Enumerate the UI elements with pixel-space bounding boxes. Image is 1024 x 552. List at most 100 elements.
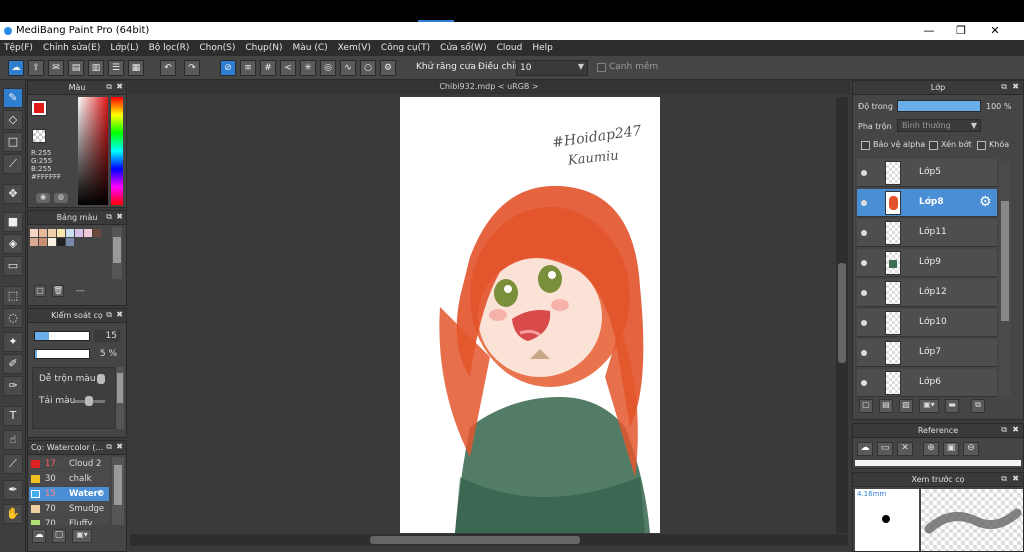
select-eraser-tool-icon[interactable]: ✑ xyxy=(3,376,23,396)
undock-icon[interactable]: ⧉ xyxy=(1001,474,1007,484)
layer-row-9[interactable]: Lớp9 xyxy=(857,249,997,277)
palette-toggle-icon[interactable]: ◉ xyxy=(36,193,50,203)
undock-icon[interactable]: ⧉ xyxy=(106,442,112,452)
no-snap-icon[interactable]: ⊘ xyxy=(220,60,236,76)
menu-view[interactable]: Xem(V) xyxy=(338,43,371,53)
cloud-icon[interactable]: ☁ xyxy=(8,60,24,76)
eye-icon[interactable] xyxy=(861,320,867,326)
eyedropper-tool-icon[interactable]: ✒ xyxy=(3,480,23,500)
menu-filter[interactable]: Bộ lọc(R) xyxy=(149,43,190,53)
close-button[interactable]: ✕ xyxy=(980,23,1010,39)
folder-icon[interactable]: ▬ xyxy=(945,399,959,413)
parallel-snap-icon[interactable]: ≡ xyxy=(240,60,256,76)
brush-item-smudge[interactable]: 70 Smudge xyxy=(29,502,109,516)
eye-icon[interactable] xyxy=(861,290,867,296)
menu-help[interactable]: Help xyxy=(532,43,553,53)
swatch[interactable] xyxy=(66,229,74,237)
grid-snap-icon[interactable]: # xyxy=(260,60,276,76)
add-brush-menu-icon[interactable]: ▣▾ xyxy=(72,529,92,543)
brush-tool-icon[interactable]: ✎ xyxy=(3,88,23,108)
scroll-thumb[interactable] xyxy=(1001,201,1009,321)
swatch[interactable] xyxy=(39,238,47,246)
undo-icon[interactable]: ↶ xyxy=(160,60,176,76)
swatch[interactable] xyxy=(93,229,101,237)
eye-icon[interactable] xyxy=(861,260,867,266)
swatch[interactable] xyxy=(48,229,56,237)
circle-snap-icon[interactable]: ◎ xyxy=(320,60,336,76)
clipping-checkbox[interactable] xyxy=(929,141,938,150)
brush-item-cloud2[interactable]: 17 Cloud 2 xyxy=(29,457,109,471)
horizontal-scroll-thumb[interactable] xyxy=(370,536,580,544)
lasso-tool-icon[interactable]: ◌ xyxy=(3,308,23,328)
undock-icon[interactable]: ⧉ xyxy=(1001,82,1007,92)
scroll-thumb[interactable] xyxy=(117,373,123,403)
menu-snap[interactable]: Chụp(N) xyxy=(245,43,282,53)
new-1bit-layer-icon[interactable]: ▧ xyxy=(899,399,913,413)
smooth-edge-checkbox[interactable] xyxy=(597,63,606,72)
minimize-button[interactable]: — xyxy=(914,23,944,39)
eye-icon[interactable] xyxy=(861,350,867,356)
brush-opacity-slider[interactable] xyxy=(34,349,90,359)
menu-file[interactable]: Tệp(F) xyxy=(4,43,33,53)
undock-icon[interactable]: ⧉ xyxy=(1001,425,1007,435)
eye-icon[interactable] xyxy=(861,200,867,206)
layer-row-10[interactable]: Lớp10 xyxy=(857,309,997,337)
undock-icon[interactable]: ⧉ xyxy=(106,310,112,320)
swatch[interactable] xyxy=(66,238,74,246)
open-folder-icon[interactable]: ▭ xyxy=(877,442,893,456)
menu-cloud[interactable]: Cloud xyxy=(497,43,523,53)
palette-scroll-thumb[interactable] xyxy=(113,237,121,263)
vertical-scroll-thumb[interactable] xyxy=(838,263,846,363)
curve-snap-icon[interactable]: ∿ xyxy=(340,60,356,76)
brush-size-value[interactable]: 15 xyxy=(94,330,120,342)
close-panel-icon[interactable]: ✖ xyxy=(1012,425,1019,434)
fit-icon[interactable]: ▣ xyxy=(943,442,959,456)
menu-edit[interactable]: Chỉnh sửa(E) xyxy=(43,43,100,53)
canvas-vertical-scrollbar[interactable] xyxy=(836,97,848,533)
cloud-reference-icon[interactable]: ☁ xyxy=(857,442,873,456)
layer-row-5[interactable]: Lớp5 xyxy=(857,159,997,187)
close-panel-icon[interactable]: ✖ xyxy=(116,310,123,319)
canvas-horizontal-scrollbar[interactable] xyxy=(130,534,848,546)
new-layer-icon[interactable]: ▢ xyxy=(859,399,873,413)
swatch[interactable] xyxy=(57,238,65,246)
perspective-snap-icon[interactable]: < xyxy=(280,60,296,76)
brush-item-chalk[interactable]: 30 chalk xyxy=(29,472,109,486)
comment-icon[interactable]: ✉ xyxy=(48,60,64,76)
protect-alpha-checkbox[interactable] xyxy=(861,141,870,150)
document-tab[interactable]: Chibi932.mdp < uRGB > xyxy=(128,80,850,94)
adjust-dropdown[interactable]: 10 ▼ xyxy=(516,60,588,76)
select-tool-icon[interactable]: ⬚ xyxy=(3,286,23,306)
duplicate-layer-icon[interactable]: ⧉ xyxy=(971,399,985,413)
foreground-color-swatch[interactable] xyxy=(31,100,47,116)
list-icon[interactable]: ☰ xyxy=(108,60,124,76)
save-icon[interactable]: ▤ xyxy=(68,60,84,76)
swatch[interactable] xyxy=(57,229,65,237)
reference-view[interactable] xyxy=(855,460,1021,466)
gear-icon[interactable]: ⚙ xyxy=(97,487,105,501)
hue-slider[interactable] xyxy=(111,97,123,205)
mixer-toggle-icon[interactable]: ◍ xyxy=(54,193,68,203)
close-panel-icon[interactable]: ✖ xyxy=(1012,82,1019,91)
close-panel-icon[interactable]: ✖ xyxy=(116,82,123,91)
brush-control-scrollbar[interactable] xyxy=(116,367,124,429)
grid-icon[interactable]: ▦ xyxy=(128,60,144,76)
new-halftone-layer-icon[interactable]: ▤ xyxy=(879,399,893,413)
scroll-thumb[interactable] xyxy=(114,465,122,505)
trash-icon[interactable]: 🗑 xyxy=(52,285,64,297)
redo-icon[interactable]: ↷ xyxy=(184,60,200,76)
eye-icon[interactable] xyxy=(861,230,867,236)
operation-tool-icon[interactable]: ☝ xyxy=(3,430,23,450)
brush-list-scrollbar[interactable] xyxy=(112,457,124,525)
saturation-picker[interactable] xyxy=(78,97,108,205)
layer-row-7[interactable]: Lớp7 xyxy=(857,339,997,367)
layers-scrollbar[interactable] xyxy=(999,161,1011,397)
menu-tools[interactable]: Công cụ(T) xyxy=(381,43,430,53)
divide-tool-icon[interactable]: ⟋ xyxy=(3,454,23,474)
add-layer-menu-icon[interactable]: ▣▾ xyxy=(919,399,939,413)
layer-row-6[interactable]: Lớp6 xyxy=(857,369,997,397)
settings-snap-icon[interactable]: ⚙ xyxy=(380,60,396,76)
brush-size-slider[interactable] xyxy=(34,331,90,341)
ellipse-snap-icon[interactable]: ○ xyxy=(360,60,376,76)
swatch[interactable] xyxy=(84,229,92,237)
